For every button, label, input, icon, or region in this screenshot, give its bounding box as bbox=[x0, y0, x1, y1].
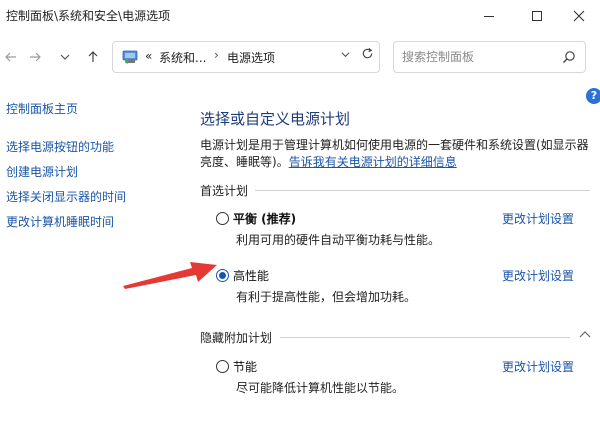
refresh-icon[interactable] bbox=[361, 47, 374, 64]
up-button[interactable] bbox=[80, 42, 106, 72]
up-arrow-icon bbox=[88, 51, 98, 62]
plan-balanced-desc: 利用可用的硬件自动平衡功耗与性能。 bbox=[236, 233, 441, 247]
address-bar[interactable]: « 系统和... › 电源选项 bbox=[112, 41, 380, 73]
power-plan-info-link[interactable]: 告诉我有关电源计划的详细信息 bbox=[289, 155, 457, 169]
forward-button[interactable] bbox=[22, 42, 48, 72]
close-button[interactable] bbox=[556, 0, 600, 32]
sleep-time-link[interactable]: 更改计算机睡眠时间 bbox=[6, 213, 114, 230]
plan-balanced-name[interactable]: 平衡 (推荐) bbox=[233, 210, 296, 227]
breadcrumb-separator-icon[interactable]: › bbox=[214, 48, 219, 62]
help-icon[interactable]: ? bbox=[586, 88, 600, 104]
recent-locations-button[interactable] bbox=[52, 42, 78, 72]
page-title: 选择或自定义电源计划 bbox=[200, 110, 351, 128]
plan-balanced-settings-link[interactable]: 更改计划设置 bbox=[502, 210, 574, 227]
preferred-plans-label: 首选计划 bbox=[200, 184, 249, 198]
plan-power-saver-desc: 尽可能降低计算机性能以节能。 bbox=[236, 381, 405, 395]
hidden-plans-divider bbox=[280, 337, 570, 338]
chevron-down-icon bbox=[60, 54, 70, 60]
close-icon bbox=[573, 10, 585, 22]
minimize-icon bbox=[484, 15, 494, 17]
create-power-plan-link[interactable]: 创建电源计划 bbox=[6, 163, 78, 180]
search-box[interactable] bbox=[393, 41, 586, 73]
annotation-arrow-icon bbox=[123, 262, 217, 289]
back-arrow-icon bbox=[5, 52, 16, 62]
window-title: 控制面板\系统和安全\电源选项 bbox=[6, 9, 171, 23]
maximize-icon bbox=[532, 11, 542, 21]
maximize-button[interactable] bbox=[514, 0, 560, 32]
search-input[interactable] bbox=[402, 48, 552, 66]
search-icon[interactable] bbox=[562, 50, 576, 64]
plan-high-performance-settings-link[interactable]: 更改计划设置 bbox=[502, 267, 574, 284]
power-button-function-link[interactable]: 选择电源按钮的功能 bbox=[6, 138, 114, 155]
plan-power-saver-name[interactable]: 节能 bbox=[233, 358, 257, 375]
address-dropdown-icon[interactable] bbox=[341, 50, 350, 62]
display-off-time-link[interactable]: 选择关闭显示器的时间 bbox=[6, 188, 126, 205]
breadcrumb-power-options[interactable]: 电源选项 bbox=[227, 49, 275, 66]
hidden-plans-label[interactable]: 隐藏附加计划 bbox=[200, 329, 272, 346]
breadcrumb-overflow[interactable]: « bbox=[145, 49, 152, 63]
plan-power-saver-settings-link[interactable]: 更改计划设置 bbox=[502, 358, 574, 375]
plan-balanced-radio[interactable] bbox=[216, 212, 229, 225]
breadcrumb-system-security[interactable]: 系统和... bbox=[159, 49, 206, 66]
control-panel-icon bbox=[122, 50, 138, 64]
page-description: 电源计划是用于管理计算机如何使用电源的一套硬件和系统设置(如显示器亮度、睡眠等)… bbox=[200, 137, 592, 171]
forward-arrow-icon bbox=[30, 52, 41, 62]
preferred-plans-divider bbox=[255, 190, 590, 191]
minimize-button[interactable] bbox=[466, 0, 512, 32]
plan-high-performance-name[interactable]: 高性能 bbox=[233, 267, 269, 284]
title-bar: 控制面板\系统和安全\电源选项 bbox=[0, 0, 600, 32]
navigation-bar: « 系统和... › 电源选项 bbox=[0, 32, 600, 84]
plan-power-saver-radio[interactable] bbox=[216, 360, 229, 373]
collapse-chevron-up-icon[interactable] bbox=[578, 329, 592, 339]
back-button[interactable] bbox=[0, 42, 24, 72]
control-panel-home-link[interactable]: 控制面板主页 bbox=[6, 100, 78, 117]
plan-high-performance-desc: 有利于提高性能，但会增加功耗。 bbox=[236, 290, 417, 304]
